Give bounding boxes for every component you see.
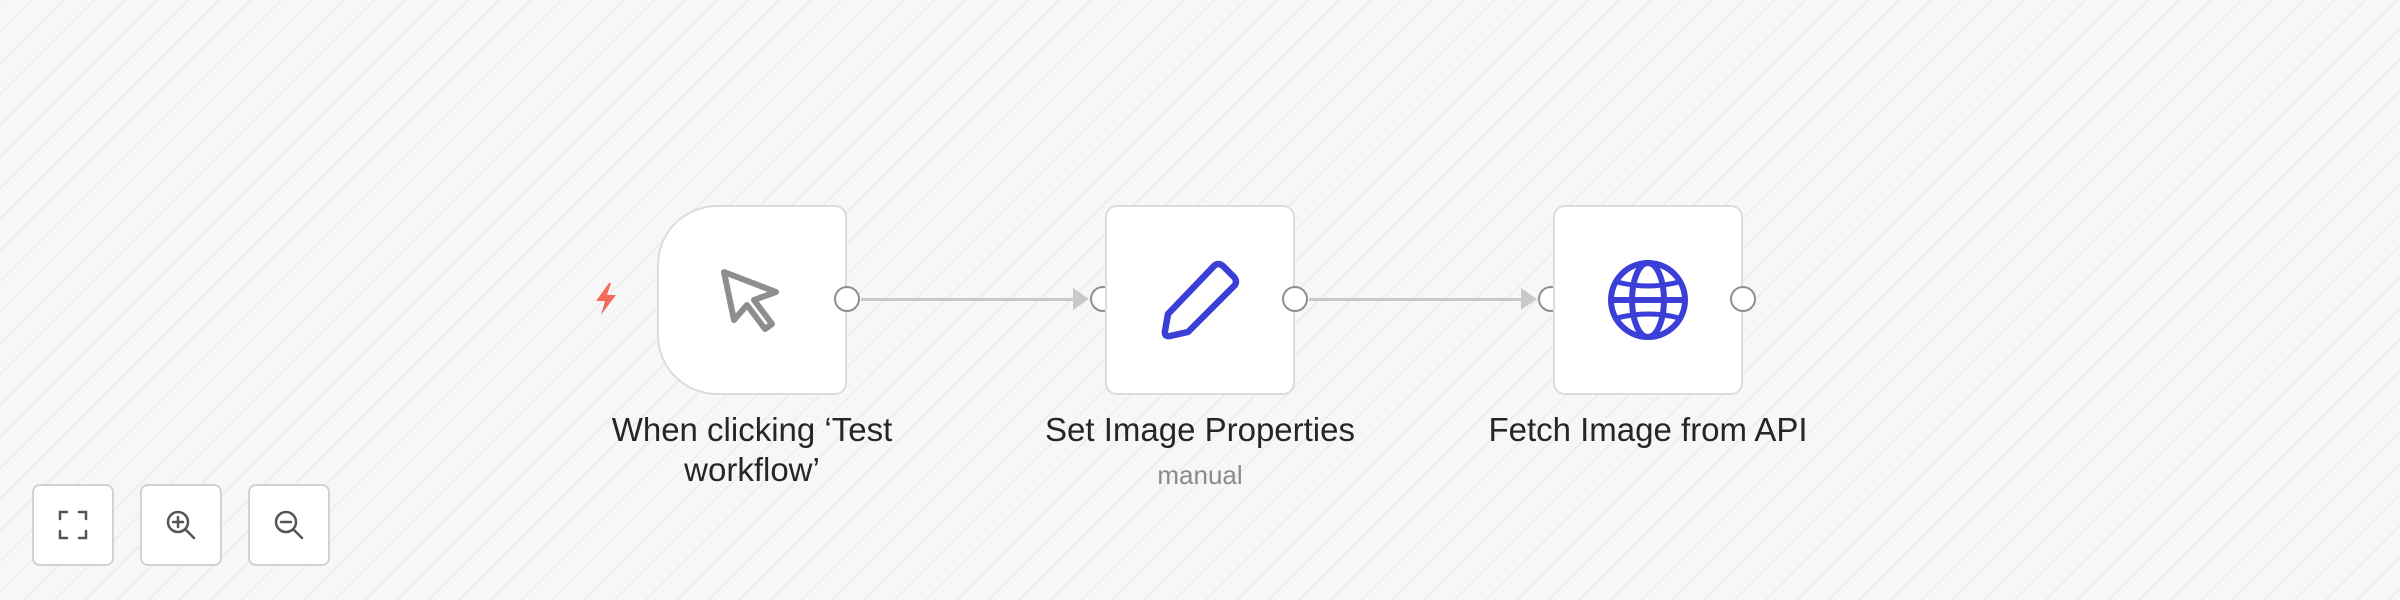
node-set-image-properties[interactable] (1105, 205, 1295, 395)
node-fetch-image-from-api[interactable] (1553, 205, 1743, 395)
connection-trigger-to-set[interactable] (861, 298, 1083, 301)
connection-set-to-http[interactable] (1309, 298, 1531, 301)
zoom-out-button[interactable] (248, 484, 330, 566)
zoom-in-icon (166, 510, 196, 540)
globe-icon (1608, 260, 1688, 340)
node-manual-trigger-output-port[interactable] (834, 286, 860, 312)
zoom-in-button[interactable] (140, 484, 222, 566)
fullscreen-icon (58, 510, 88, 540)
node-manual-trigger-label: When clicking ‘Test workflow’ (611, 411, 893, 488)
node-set-image-properties-subtitle: manual (1157, 460, 1243, 490)
trigger-bolt-icon (596, 283, 616, 315)
node-manual-trigger[interactable] (657, 205, 847, 395)
cursor-pointer-icon (721, 269, 779, 332)
node-set-output-port[interactable] (1282, 286, 1308, 312)
connection-arrow-icon (1521, 288, 1537, 310)
connection-arrow-icon (1073, 288, 1089, 310)
fit-view-button[interactable] (32, 484, 114, 566)
node-set-image-properties-label: Set Image Properties (1045, 411, 1355, 448)
node-http-output-port[interactable] (1730, 286, 1756, 312)
zoom-out-icon (274, 510, 304, 540)
pencil-icon (1161, 260, 1240, 340)
workflow-canvas[interactable]: When clicking ‘Test workflow’ Set Image … (0, 0, 2400, 600)
node-fetch-image-from-api-label: Fetch Image from API (1488, 411, 1808, 448)
